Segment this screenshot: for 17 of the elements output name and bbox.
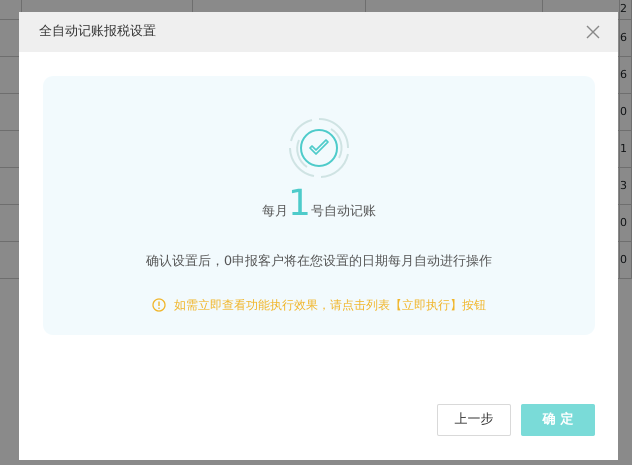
description-text: 确认设置后，0申报客户将在您设置的日期每月自动进行操作 [146,253,492,271]
table-cell-text: 0 [620,214,627,231]
table-cell-text: 6 [620,66,627,83]
schedule-text: 每月 1 号自动记账 [262,186,376,222]
warning-icon [152,298,166,312]
close-icon [586,25,600,39]
back-button[interactable]: 上一步 [437,404,511,436]
table-cell-text: 0 [620,252,627,268]
dialog-title: 全自动记账报税设置 [39,23,156,42]
success-check-icon [287,116,351,180]
table-cell-text: 6 [620,30,627,46]
table-cell-text: 3 [620,178,627,194]
table-cell-text: 2 [620,1,627,18]
table-cell-text: 0 [620,104,627,120]
notice-text: 如需立即查看功能执行效果，请点击列表【立即执行】按钮 [174,296,486,314]
table-cell-text: 1 [620,140,627,157]
close-button[interactable] [586,25,600,39]
